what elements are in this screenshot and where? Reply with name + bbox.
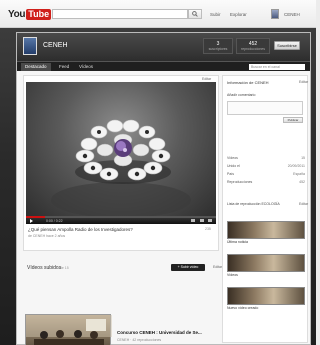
youtube-logo[interactable]: You Tube [8,8,52,20]
tab-featured[interactable]: Destacado [21,63,51,71]
progress-fill [26,216,45,218]
upload-link[interactable]: Subir [210,12,221,17]
playlist-item[interactable]: Última noticia [227,221,305,244]
playlist-item[interactable]: Vídeos [227,254,305,277]
stat-key: País [227,172,235,176]
stat-row: País España [227,172,305,176]
stat-value: 15 [301,156,305,160]
user-name[interactable]: CENEH [284,12,300,17]
subscribers-stat: 3 suscriptores [203,38,233,54]
stat-row: Vídeos 15 [227,156,305,160]
play-icon[interactable] [30,219,33,223]
video-frame [51,119,191,216]
upload-meta: CENEH · 42 reproducciones [117,338,162,342]
views-label: reproducciones [241,47,265,51]
subscribers-label: suscriptores [208,47,228,51]
search-button[interactable] [188,9,202,19]
playlist-title[interactable]: Lista de reproducción ECOLOGÍA [227,202,287,206]
stat-value: España [293,172,305,176]
info-edit-link[interactable]: Editar [299,80,308,84]
video-edit-link[interactable]: Editar [202,77,211,81]
stat-value: 452 [299,180,305,184]
masthead: You Tube Subir Explorar CENEH [0,0,316,28]
search-input[interactable] [52,9,188,19]
playlist-item-title: Última noticia [227,240,249,244]
search-icon [192,11,198,17]
playlist-item-thumbnail [227,287,305,305]
tab-videos[interactable]: Vídeos [75,63,97,71]
channel-tabs: Destacado Feed Vídeos Buscar en el canal [17,61,310,71]
post-comment-button[interactable]: Publicar [283,117,303,123]
playlist-item-title: Vídeos [227,273,238,277]
tab-feed[interactable]: Feed [55,63,73,71]
upload-video-button[interactable]: + Subir vídeo [171,264,205,271]
stat-row: Reproducciones 452 [227,180,305,184]
expand-icon[interactable] [208,219,212,222]
video-title[interactable]: ¿Qué piensan Ampolla Radio de los Invest… [28,227,133,232]
uploads-count: 1 de 15 [57,266,69,270]
channel-page: CENEH 3 suscriptores 452 reproducciones … [16,32,311,345]
explore-link[interactable]: Explorar [230,12,247,17]
progress-bar[interactable] [26,216,216,218]
player-controls: 0:00 / 0:22 [26,216,216,224]
playlist-item[interactable]: Nuevo vídeo creado [227,287,305,310]
channel-title: CENEH [43,42,68,49]
stat-key: Unido el [227,164,240,168]
upload-thumbnail[interactable] [25,314,112,345]
playlist-item-thumbnail [227,254,305,272]
settings-icon[interactable] [191,219,195,222]
video-views: 235 [205,227,211,231]
featured-video-panel: Editar 0:00 / 0:22 ¿Qué piensan Ampolla … [23,75,219,251]
playlist-edit-link[interactable]: Editar [299,202,308,206]
comment-label: Añadir comentario [227,93,256,97]
comment-input[interactable] [227,101,303,115]
stat-value: 20/09/2011 [287,164,305,168]
playlist-item-title: Nuevo vídeo creado [227,306,259,310]
channel-avatar[interactable] [23,37,37,55]
playlist-item-thumbnail [227,221,305,239]
channel-info-panel: Información de CENEH Editar Añadir comen… [222,75,308,343]
avatar[interactable] [271,9,279,19]
logo-you: You [8,8,26,20]
uploads-edit-link[interactable]: Editar [213,265,222,269]
stat-key: Vídeos [227,156,238,160]
upload-thumbnail-image [26,315,112,345]
subscribe-button[interactable]: Suscribirse [274,41,300,50]
channel-header: CENEH 3 suscriptores 452 reproducciones … [17,33,310,61]
fullscreen-icon[interactable] [200,219,204,222]
info-title: Información de CENEH [227,80,269,85]
logo-tube: Tube [26,8,52,20]
upload-title[interactable]: Concurso CENEH : Universidad de Se... [117,330,202,335]
views-stat: 452 reproducciones [236,38,270,54]
stat-row: Unido el 20/09/2011 [227,164,305,168]
video-time: 0:00 / 0:22 [46,219,63,223]
channel-search-input[interactable]: Buscar en el canal [249,64,305,70]
video-meta: de CENEH hace 2 años [28,234,66,238]
stat-key: Reproducciones [227,180,253,184]
video-player[interactable] [26,82,216,216]
